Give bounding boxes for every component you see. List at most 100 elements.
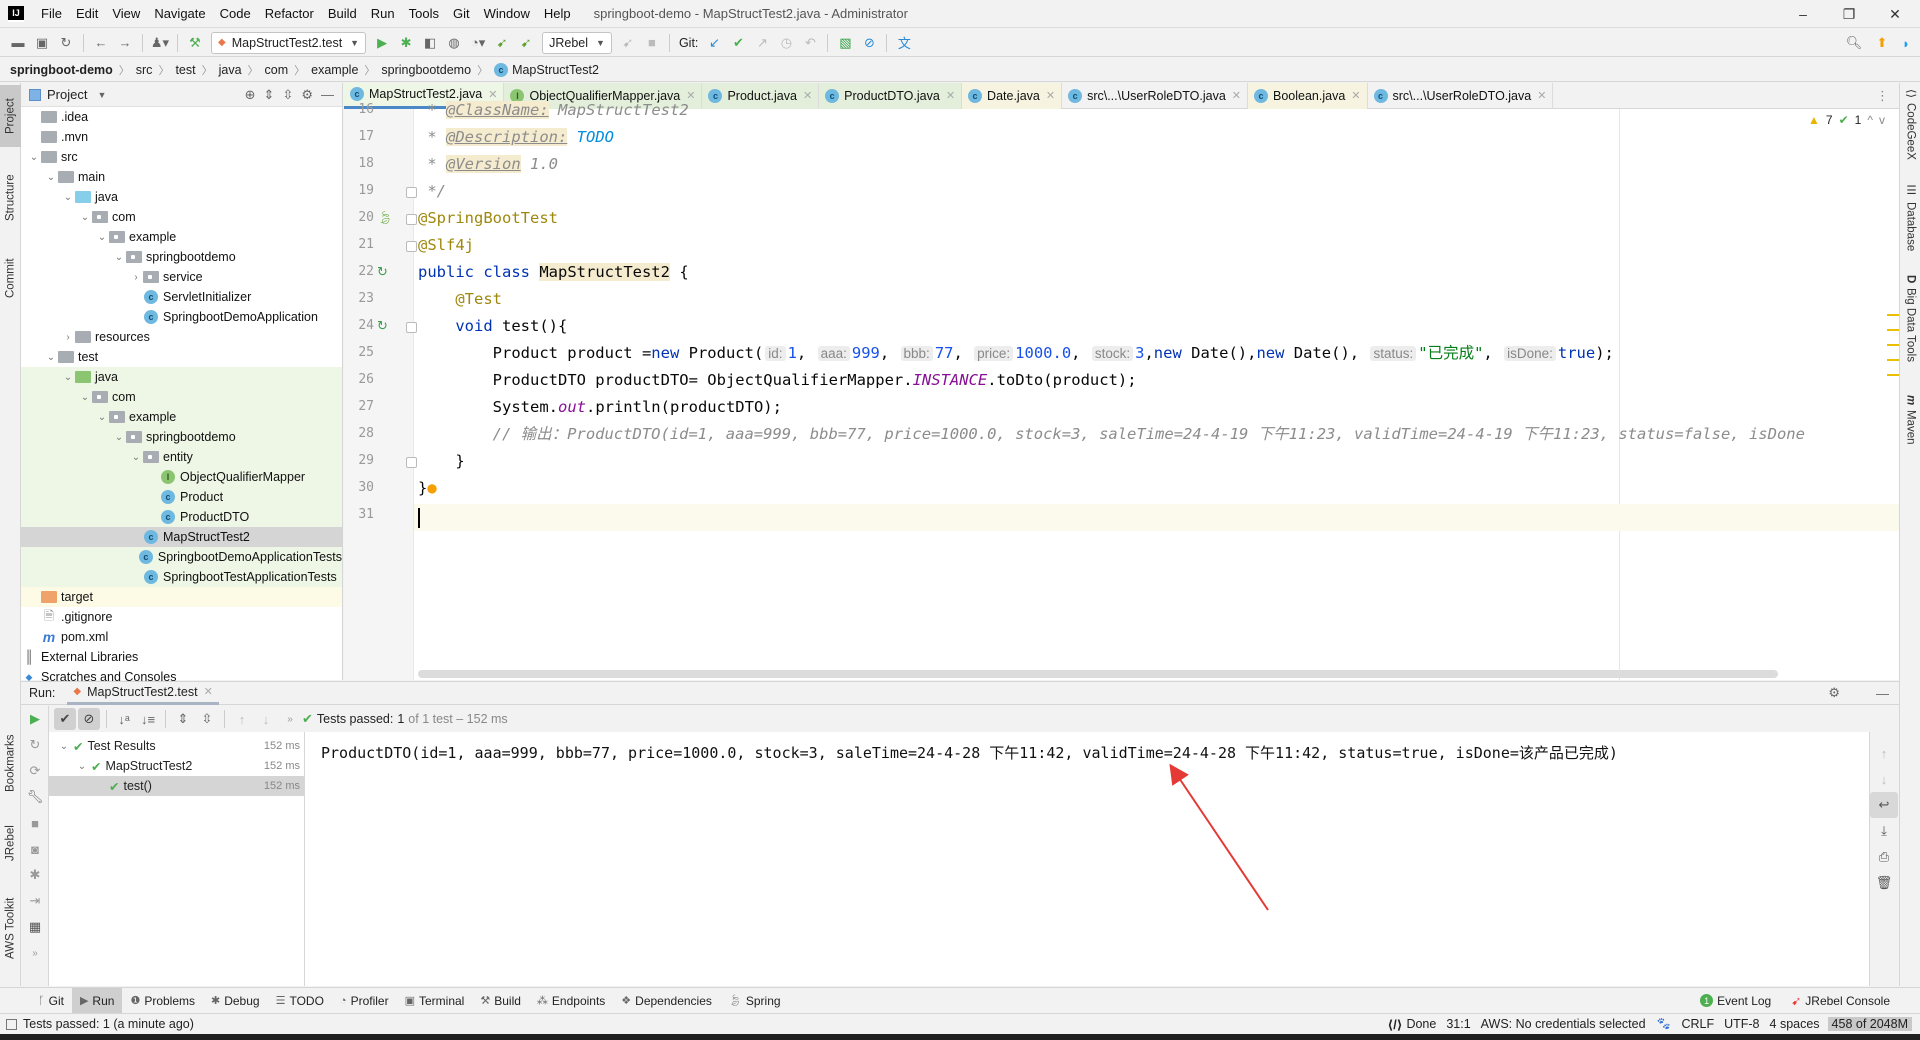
chevron-down-icon[interactable]: ⌄ bbox=[75, 761, 89, 772]
paw-icon[interactable]: 🐾︎ bbox=[1656, 1017, 1672, 1032]
git-history-icon[interactable]: ◷ bbox=[775, 32, 797, 54]
menu-edit[interactable]: Edit bbox=[69, 6, 105, 21]
plugin-icon[interactable]: ◗ bbox=[1895, 32, 1917, 54]
tree-item[interactable]: c ServletInitializer bbox=[21, 287, 342, 307]
tree-item[interactable]: ⌄ com bbox=[21, 207, 342, 227]
rerun-failed-icon[interactable]: ↻ bbox=[21, 732, 49, 758]
chevron-down-icon[interactable]: ⌄ bbox=[78, 212, 92, 223]
translate-icon[interactable]: 文 bbox=[893, 32, 915, 54]
editor-tab[interactable]: c Boolean.java ✕ bbox=[1248, 82, 1368, 109]
show-passed-icon[interactable]: ✔ bbox=[54, 708, 76, 730]
tool-tab-big-data-tools[interactable]: D Big Data Tools bbox=[1900, 275, 1920, 385]
tool-tab-dependencies[interactable]: ❖ Dependencies bbox=[613, 988, 720, 1014]
rerun-icon[interactable]: ▶ bbox=[21, 706, 49, 732]
chevron-down-icon[interactable]: ⌄ bbox=[61, 192, 75, 203]
chevron-down-icon[interactable]: ⌄ bbox=[27, 152, 41, 163]
menu-file[interactable]: File bbox=[34, 6, 69, 21]
chevron-down-icon[interactable]: ▼ bbox=[97, 90, 106, 100]
up-icon[interactable]: ↑ bbox=[1870, 740, 1898, 766]
expand-all-icon[interactable]: ⇕ bbox=[264, 87, 275, 103]
fold-marker-icon[interactable] bbox=[406, 214, 417, 225]
tool-tab-jrebel[interactable]: JRebel bbox=[0, 813, 21, 873]
code-editor[interactable]: 16 17 18 19 20 21 22 23 24 25 26 27 28 29 30 31 🍃︎ ↻ ↻ * @… bbox=[344, 101, 1899, 680]
tree-item[interactable]: › resources bbox=[21, 327, 342, 347]
panel-toggle-icon[interactable] bbox=[6, 1018, 17, 1030]
chevron-right-icon[interactable]: › bbox=[129, 272, 143, 283]
tree-item[interactable]: .mvn bbox=[21, 127, 342, 147]
run-test-class-icon[interactable]: ↻ bbox=[377, 264, 388, 280]
chevron-down-icon[interactable]: ⌄ bbox=[57, 741, 71, 752]
breadcrumb-item[interactable]: springboot-demo bbox=[10, 63, 113, 77]
menu-navigate[interactable]: Navigate bbox=[147, 6, 212, 21]
tree-item[interactable]: m pom.xml bbox=[21, 627, 342, 647]
wrench-icon[interactable]: 🔧︎ bbox=[21, 784, 49, 810]
settings-icon[interactable]: ⚙ bbox=[301, 87, 313, 103]
tool-tab-todo[interactable]: ☰ TODO bbox=[268, 988, 332, 1014]
tree-item[interactable]: ⌄ springbootdemo bbox=[21, 247, 342, 267]
run-icon[interactable]: ▶ bbox=[371, 32, 393, 54]
build-hammer-icon[interactable]: ⚒ bbox=[184, 32, 206, 54]
breadcrumb-item[interactable]: java bbox=[219, 63, 242, 77]
chevron-right-icon[interactable]: › bbox=[61, 332, 75, 343]
tree-item[interactable]: ⌄ main bbox=[21, 167, 342, 187]
run-more-icon[interactable]: ◔▾ bbox=[467, 32, 489, 54]
chevron-down-icon[interactable]: ⌄ bbox=[129, 452, 143, 463]
collapse-all-icon[interactable]: ⇳ bbox=[196, 708, 218, 730]
next-failed-icon[interactable]: ↓ bbox=[255, 708, 277, 730]
indent-setting[interactable]: 4 spaces bbox=[1770, 1017, 1820, 1031]
editor-tab[interactable]: c Product.java ✕ bbox=[702, 82, 820, 109]
tree-item[interactable]: c SpringbootTestApplicationTests bbox=[21, 567, 342, 587]
sort-duration-icon[interactable]: ↓≡ bbox=[137, 708, 159, 730]
chevron-down-icon[interactable]: ⌄ bbox=[95, 412, 109, 423]
jrebel-console-button[interactable]: ➹ JRebel Console bbox=[1791, 994, 1890, 1008]
inspection-widget[interactable]: ▲ 7 ✔ 1 ^ v bbox=[1808, 113, 1885, 127]
tool-tab-codegeex[interactable]: ⟨⟩ CodeGeeX bbox=[1900, 89, 1920, 169]
forward-icon[interactable]: → bbox=[114, 32, 136, 54]
warning-stripe-mark[interactable] bbox=[1887, 329, 1899, 331]
tree-item[interactable]: ⌄ entity bbox=[21, 447, 342, 467]
memory-indicator[interactable]: 458 of 2048M bbox=[1827, 1017, 1912, 1031]
tree-item[interactable]: c SpringbootDemoApplication bbox=[21, 307, 342, 327]
menu-tools[interactable]: Tools bbox=[402, 6, 446, 21]
tool-tab-aws-toolkit[interactable]: AWS Toolkit bbox=[0, 883, 21, 973]
project-view-select[interactable]: Project bbox=[47, 87, 87, 102]
tool-tab-maven[interactable]: m Maven bbox=[1900, 395, 1920, 465]
menu-window[interactable]: Window bbox=[477, 6, 537, 21]
breadcrumb-item[interactable]: src bbox=[136, 63, 153, 77]
debug-icon[interactable]: ✱ bbox=[395, 32, 417, 54]
git-push-icon[interactable]: ↗ bbox=[751, 32, 773, 54]
run-test-method-icon[interactable]: ↻ bbox=[377, 318, 388, 334]
more-icon[interactable]: » bbox=[21, 940, 49, 966]
tool-tab-bookmarks[interactable]: Bookmarks bbox=[0, 723, 21, 803]
tree-item[interactable]: ⌄ springbootdemo bbox=[21, 427, 342, 447]
tree-item[interactable]: ⌄ com bbox=[21, 387, 342, 407]
tree-item[interactable]: ⌄ example bbox=[21, 407, 342, 427]
tool-tab-profiler[interactable]: ◔ Profiler bbox=[332, 988, 397, 1014]
tool-tab-debug[interactable]: ✱ Debug bbox=[203, 988, 268, 1014]
tree-item[interactable]: ⌄ java bbox=[21, 367, 342, 387]
fold-marker-icon[interactable] bbox=[406, 187, 417, 198]
close-button[interactable]: ✕ bbox=[1872, 0, 1918, 28]
tool-tab-commit[interactable]: Commit bbox=[0, 248, 21, 308]
tool-tab-run[interactable]: ▶ Run bbox=[71, 987, 123, 1014]
layout-icon[interactable]: ▦ bbox=[21, 914, 49, 940]
tool-tab-structure[interactable]: Structure bbox=[0, 158, 21, 238]
tool-tab-terminal[interactable]: ▣ Terminal bbox=[397, 988, 473, 1014]
tree-item[interactable]: ⌄ java bbox=[21, 187, 342, 207]
close-tab-icon[interactable]: ✕ bbox=[1537, 89, 1546, 102]
breadcrumb-item[interactable]: springbootdemo bbox=[381, 63, 471, 77]
menu-run[interactable]: Run bbox=[364, 6, 402, 21]
soft-wrap-icon[interactable]: ↩ bbox=[1870, 792, 1898, 818]
jrebel-run-icon[interactable]: ➹ bbox=[491, 32, 513, 54]
tree-item[interactable]: ║ External Libraries bbox=[21, 647, 342, 667]
stop-icon[interactable]: ■ bbox=[21, 810, 49, 836]
print-icon[interactable]: ⎙ bbox=[1870, 844, 1898, 870]
menu-code[interactable]: Code bbox=[213, 6, 258, 21]
settings-icon[interactable]: ⚙ bbox=[1828, 685, 1840, 701]
debug-icon[interactable]: ✱ bbox=[21, 862, 49, 888]
tool-tab-database[interactable]: ☰ Database bbox=[1900, 183, 1920, 263]
git-commit-icon[interactable]: ✔ bbox=[727, 32, 749, 54]
tree-item[interactable]: ⌄ test bbox=[21, 347, 342, 367]
fold-marker-icon[interactable] bbox=[406, 457, 417, 468]
tool-tab-git[interactable]: ᚴ Git bbox=[30, 988, 72, 1014]
